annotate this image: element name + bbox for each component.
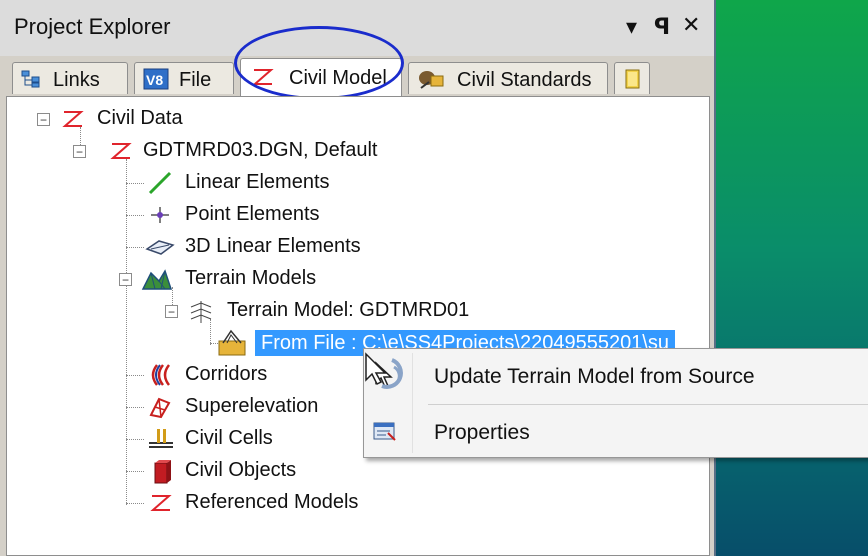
tab-links[interactable]: Links [12, 62, 128, 94]
point-element-icon [151, 207, 169, 223]
project-explorer-panel: Project Explorer ▾ ꟼ ✕ Links V8 File Civ… [0, 0, 716, 556]
tree-item-linear-elements[interactable]: Linear Elements [143, 169, 443, 197]
mouse-cursor-icon [365, 352, 403, 389]
tree-item-civil-data[interactable]: − Civil Data [31, 105, 331, 133]
book-icon [625, 69, 640, 89]
civil-z-icon [62, 111, 84, 127]
collapse-toggle[interactable]: − [73, 145, 86, 158]
tab-civil-standards-label: Civil Standards [457, 69, 592, 91]
menu-item-label: Update Terrain Model from Source [434, 365, 755, 388]
tree-item-label: Linear Elements [185, 171, 330, 193]
tree-item-label: Civil Objects [185, 459, 297, 481]
tab-file[interactable]: V8 File [134, 62, 234, 94]
tab-civil-standards[interactable]: Civil Standards [408, 62, 608, 94]
tree-item-label: GDTMRD03.DGN, Default [143, 139, 378, 161]
terrain-model-icon [190, 301, 212, 323]
menu-item-label: Properties [434, 421, 530, 444]
tree-item-referenced-models[interactable]: Referenced Models [143, 489, 443, 517]
civil-z-icon [150, 495, 172, 511]
tree-item-3d-linear-elements[interactable]: 3D Linear Elements [143, 233, 443, 261]
links-icon [21, 70, 40, 88]
collapse-toggle[interactable]: − [119, 273, 132, 286]
3d-linear-element-icon [145, 240, 175, 255]
tree-item-point-elements[interactable]: Point Elements [143, 201, 443, 229]
tree-item-label: Civil Data [97, 107, 183, 129]
properties-icon [373, 422, 396, 441]
menu-separator [428, 404, 868, 405]
civil-model-tree[interactable]: − Civil Data − GDTMRD03.DGN, Default Lin… [6, 96, 710, 556]
civil-standards-icon [419, 71, 444, 89]
linear-element-icon [148, 171, 172, 195]
tab-file-label: File [179, 69, 212, 91]
tree-item-terrain-models[interactable]: − Terrain Models [115, 265, 415, 293]
tree-item-label: 3D Linear Elements [185, 235, 361, 257]
tree-item-label: Terrain Models [185, 267, 317, 289]
civil-objects-icon [154, 460, 171, 484]
close-icon[interactable]: ✕ [682, 12, 700, 38]
title-bar: Project Explorer ▾ ꟼ ✕ [0, 0, 714, 57]
civil-cells-icon [149, 429, 173, 448]
pin-icon[interactable]: ꟼ [654, 14, 670, 40]
tab-civil-model[interactable]: Civil Model [240, 58, 402, 96]
context-menu: Update Terrain Model from Source Propert… [363, 348, 868, 458]
tab-overflow[interactable] [614, 62, 650, 94]
tree-item-civil-objects[interactable]: Civil Objects [143, 457, 443, 485]
tab-links-label: Links [53, 69, 100, 91]
tree-item-label: Point Elements [185, 203, 320, 225]
dropdown-icon[interactable]: ▾ [626, 14, 637, 40]
menu-item-update-terrain-model[interactable]: Update Terrain Model from Source [364, 353, 868, 397]
tab-civil-model-label: Civil Model [289, 67, 387, 89]
tree-item-dgn-file[interactable]: − GDTMRD03.DGN, Default [73, 137, 473, 165]
terrain-models-icon [141, 269, 173, 290]
terrain-source-file-icon [218, 329, 246, 356]
tree-item-label: Superelevation [185, 395, 319, 417]
collapse-toggle[interactable]: − [37, 113, 50, 126]
tree-item-label: Referenced Models [185, 491, 359, 513]
window-title: Project Explorer [14, 14, 171, 39]
corridors-icon [151, 364, 171, 386]
tree-item-label: Corridors [185, 363, 268, 385]
superelevation-icon [149, 397, 171, 419]
svg-text:V8: V8 [146, 72, 163, 88]
tree-item-label: Terrain Model: GDTMRD01 [227, 299, 470, 321]
collapse-toggle[interactable]: − [165, 305, 178, 318]
tree-item-terrain-model[interactable]: − Terrain Model: GDTMRD01 [157, 297, 557, 325]
menu-item-properties[interactable]: Properties [364, 409, 868, 453]
civil-z-icon [110, 143, 132, 159]
civil-z-icon [252, 69, 274, 85]
tree-item-label: Civil Cells [185, 427, 273, 449]
v8-file-icon: V8 [143, 68, 169, 90]
tab-strip: Links V8 File Civil Model Civil Standard… [0, 56, 714, 142]
